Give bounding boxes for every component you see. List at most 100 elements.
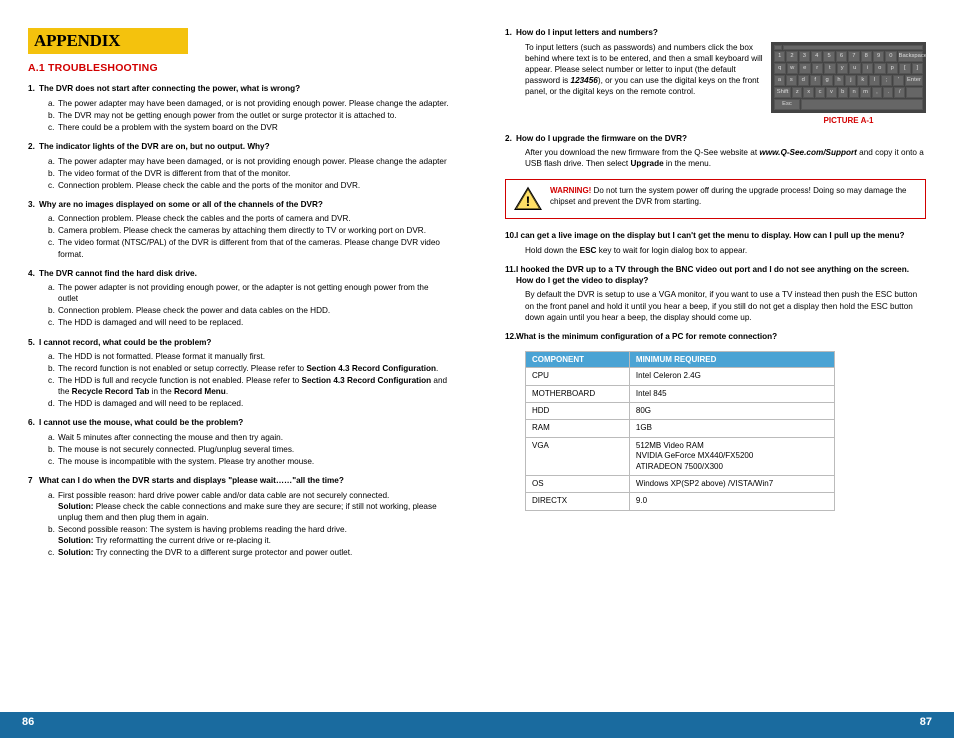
q12-text: What is the minimum configuration of a P… bbox=[516, 332, 926, 343]
kb-key: [ bbox=[899, 63, 911, 74]
footer-left bbox=[0, 712, 477, 738]
kb-key: 4 bbox=[811, 51, 822, 62]
q1-text: The DVR does not start after connecting … bbox=[39, 84, 449, 95]
q6-answers: Wait 5 minutes after connecting the mous… bbox=[39, 432, 449, 467]
th-component: COMPONENT bbox=[526, 352, 630, 368]
kb-key: 7 bbox=[848, 51, 859, 62]
kb-key: 9 bbox=[873, 51, 884, 62]
question-7: 7 What can I do when the DVR starts and … bbox=[28, 476, 449, 558]
kb-key: ] bbox=[912, 63, 924, 74]
q2-a: The power adapter may have been damaged,… bbox=[48, 156, 449, 167]
q11-body: By default the DVR is setup to use a VGA… bbox=[516, 289, 926, 322]
onscreen-keyboard: 1234567890Backspace qwertyuiop[] asdfghj… bbox=[771, 42, 926, 113]
q8-text: How do I input letters and numbers? bbox=[516, 28, 926, 39]
kb-key: w bbox=[787, 63, 799, 74]
q3-a: Connection problem. Please check the cab… bbox=[48, 213, 449, 224]
q8-body: To input letters (such as passwords) and… bbox=[516, 42, 763, 123]
kb-key: Enter bbox=[905, 75, 923, 86]
q6-a: Wait 5 minutes after connecting the mous… bbox=[48, 432, 449, 443]
kb-row-4: Shiftzxcvbnm,./ bbox=[774, 87, 923, 98]
kb-key: j bbox=[845, 75, 856, 86]
question-9: How do I upgrade the firmware on the DVR… bbox=[505, 134, 926, 170]
kb-key: n bbox=[849, 87, 859, 98]
kb-key: t bbox=[824, 63, 836, 74]
spec-table: COMPONENT MINIMUM REQUIRED CPUIntel Cele… bbox=[525, 351, 835, 511]
kb-key: m bbox=[860, 87, 870, 98]
kb-key: r bbox=[812, 63, 824, 74]
kb-key: 6 bbox=[836, 51, 847, 62]
q5-d: The HDD is damaged and will need to be r… bbox=[48, 398, 449, 409]
q7-answers: First possible reason: hard drive power … bbox=[39, 490, 449, 558]
kb-key: u bbox=[849, 63, 861, 74]
q7-c: Solution: Try connecting the DVR to a di… bbox=[48, 547, 449, 558]
kb-key: Shift bbox=[774, 87, 791, 98]
q5-text: I cannot record, what could be the probl… bbox=[39, 338, 449, 349]
kb-key: , bbox=[872, 87, 882, 98]
kb-key: s bbox=[786, 75, 797, 86]
page-right: How do I input letters and numbers? To i… bbox=[477, 0, 954, 738]
kb-key bbox=[801, 99, 923, 110]
question-list-right: How do I input letters and numbers? To i… bbox=[505, 28, 926, 169]
q4-b: Connection problem. Please check the pow… bbox=[48, 305, 449, 316]
section-title: A.1 TROUBLESHOOTING bbox=[28, 62, 449, 74]
q5-b: The record function is not enabled or se… bbox=[48, 363, 449, 374]
table-row: HDD80G bbox=[526, 403, 835, 420]
question-8: How do I input letters and numbers? To i… bbox=[505, 28, 926, 125]
kb-row-2: qwertyuiop[] bbox=[774, 63, 923, 74]
q1-c: There could be a problem with the system… bbox=[48, 122, 449, 133]
q4-text: The DVR cannot find the hard disk drive. bbox=[39, 269, 449, 280]
kb-key bbox=[906, 87, 923, 98]
kb-key: 8 bbox=[861, 51, 872, 62]
q10-body: Hold down the ESC key to wait for login … bbox=[516, 245, 926, 256]
kb-key: f bbox=[810, 75, 821, 86]
th-minreq: MINIMUM REQUIRED bbox=[629, 352, 834, 368]
question-2: The indicator lights of the DVR are on, … bbox=[28, 142, 449, 191]
kb-key: 2 bbox=[786, 51, 797, 62]
question-list-left: The DVR does not start after connecting … bbox=[28, 84, 449, 558]
appendix-title: APPENDIX bbox=[34, 31, 120, 50]
q6-b: The mouse is not securely connected. Plu… bbox=[48, 444, 449, 455]
kb-key: h bbox=[834, 75, 845, 86]
kb-key: y bbox=[837, 63, 849, 74]
q1-b: The DVR may not be getting enough power … bbox=[48, 110, 449, 121]
table-row: MOTHERBOARDIntel 845 bbox=[526, 385, 835, 402]
kb-key: z bbox=[792, 87, 802, 98]
question-11: I hooked the DVR up to a TV through the … bbox=[505, 265, 926, 323]
kb-key: x bbox=[803, 87, 813, 98]
kb-key: c bbox=[815, 87, 825, 98]
page-left: APPENDIX A.1 TROUBLESHOOTING The DVR doe… bbox=[0, 0, 477, 738]
warning-text: WARNING! Do not turn the system power of… bbox=[550, 186, 917, 208]
question-10: I can get a live image on the display bu… bbox=[505, 231, 926, 256]
kb-key: Esc bbox=[774, 99, 800, 110]
table-row: OSWindows XP(SP2 above) /VISTA/Win7 bbox=[526, 476, 835, 493]
q4-answers: The power adapter is not providing enoug… bbox=[39, 282, 449, 328]
q9-text: How do I upgrade the firmware on the DVR… bbox=[516, 134, 926, 145]
svg-text:!: ! bbox=[526, 193, 531, 209]
kb-row-1: 1234567890Backspace bbox=[774, 51, 923, 62]
question-list-right-2: I can get a live image on the display bu… bbox=[505, 231, 926, 342]
kb-key: ; bbox=[881, 75, 892, 86]
q4-a: The power adapter is not providing enoug… bbox=[48, 282, 449, 304]
kb-key: b bbox=[838, 87, 848, 98]
q6-c: The mouse is incompatible with the syste… bbox=[48, 456, 449, 467]
kb-key: 5 bbox=[823, 51, 834, 62]
question-6: I cannot use the mouse, what could be th… bbox=[28, 418, 449, 467]
kb-key: p bbox=[887, 63, 899, 74]
q3-b: Camera problem. Please check the cameras… bbox=[48, 225, 449, 236]
q2-answers: The power adapter may have been damaged,… bbox=[39, 156, 449, 191]
keyboard-figure: 1234567890Backspace qwertyuiop[] asdfghj… bbox=[771, 42, 926, 125]
table-row: DIRECTX9.0 bbox=[526, 493, 835, 510]
q5-a: The HDD is not formatted. Please format … bbox=[48, 351, 449, 362]
kb-key: 0 bbox=[885, 51, 896, 62]
kb-key: k bbox=[857, 75, 868, 86]
kb-key: o bbox=[874, 63, 886, 74]
warning-icon: ! bbox=[514, 186, 542, 212]
table-row: CPUIntel Celeron 2.4G bbox=[526, 368, 835, 385]
footer-right bbox=[477, 712, 954, 738]
kb-key: ' bbox=[893, 75, 904, 86]
kb-key: e bbox=[799, 63, 811, 74]
kb-key: / bbox=[894, 87, 904, 98]
kb-key: i bbox=[862, 63, 874, 74]
kb-key: a bbox=[774, 75, 785, 86]
kb-key: q bbox=[774, 63, 786, 74]
